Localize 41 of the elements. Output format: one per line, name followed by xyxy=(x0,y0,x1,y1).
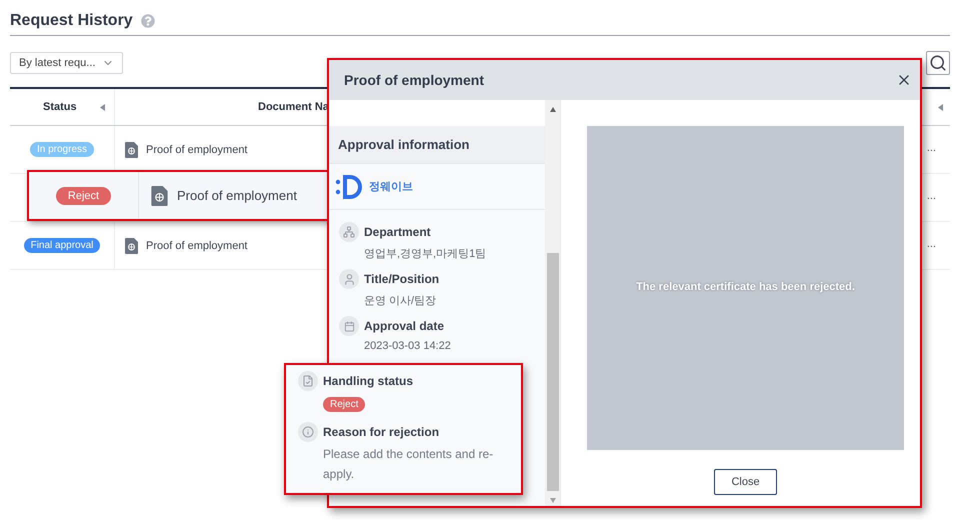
column-header: Status xyxy=(42,101,77,113)
truncated-cell-text: ... xyxy=(926,142,936,154)
document-name: Proof of employment xyxy=(146,240,248,252)
info-icon xyxy=(302,426,314,438)
field-label: Reason for rejection xyxy=(323,425,440,439)
field-value: 2023-03-03 14:22 xyxy=(364,340,452,352)
document-name: Proof of employment xyxy=(146,144,248,156)
rejection-reason: Please add the contents and re-apply. xyxy=(323,446,494,483)
status-badge: Final approval xyxy=(24,238,100,253)
page-title: Request History xyxy=(10,12,133,30)
field-label: Handling status xyxy=(323,374,414,388)
search-button[interactable] xyxy=(926,51,950,75)
sort-caret-icon xyxy=(938,104,944,111)
truncated-cell-text: ... xyxy=(926,190,936,202)
file-globe-icon xyxy=(151,186,168,206)
truncated-cell-text: ... xyxy=(926,238,936,250)
field-label: Department xyxy=(364,225,432,239)
file-globe-icon xyxy=(125,238,138,254)
field-value: 영업부,경영부,마케팅1팀 xyxy=(364,247,488,261)
sort-caret-icon xyxy=(100,104,106,111)
calendar-icon xyxy=(344,320,354,332)
org-chart-icon xyxy=(343,226,355,238)
scroll-down-icon xyxy=(550,497,556,504)
status-badge: Reject xyxy=(323,397,366,412)
scroll-up-icon xyxy=(550,106,556,113)
status-badge: Reject xyxy=(56,186,112,204)
approver-name: 정웨이브 xyxy=(369,180,413,194)
field-value: 운영 이사/팀장 xyxy=(364,294,438,308)
document-name: Proof of employment xyxy=(177,188,297,203)
scrollbar[interactable] xyxy=(545,100,560,506)
modal-title: Proof of employment xyxy=(344,72,484,88)
document-check-icon xyxy=(302,375,314,387)
file-globe-icon xyxy=(125,142,138,158)
sort-dropdown[interactable]: By latest requ... xyxy=(10,52,123,74)
person-icon xyxy=(342,272,356,286)
close-button[interactable]: Close xyxy=(714,469,777,495)
status-badge: In progress xyxy=(30,142,94,157)
field-label: Title/Position xyxy=(364,272,440,286)
field-label: Approval date xyxy=(364,319,446,333)
preview-message: The relevant certificate has been rejected. xyxy=(636,281,855,295)
section-title: Approval information xyxy=(329,126,545,164)
